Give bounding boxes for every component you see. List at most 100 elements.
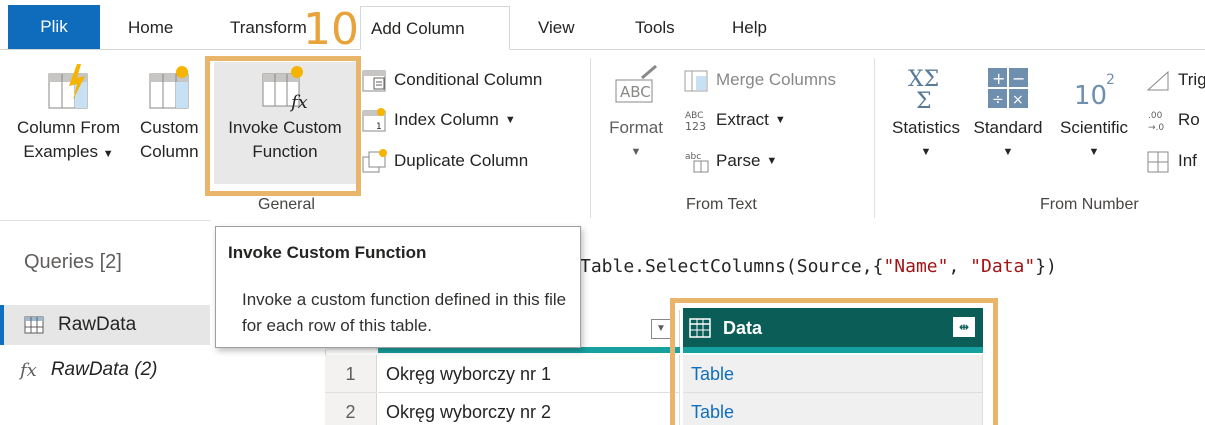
chevron-down-icon: ▼	[766, 155, 778, 167]
table-cell-name[interactable]: Okręg wyborczy nr 1	[378, 355, 680, 393]
query-item-label: RawData (2)	[50, 359, 158, 380]
tab-view[interactable]: View	[528, 6, 585, 50]
conditional-column-icon	[362, 70, 386, 92]
chevron-down-icon: ▼	[774, 114, 786, 126]
formula-string-data: "Data"	[970, 256, 1036, 277]
svg-text:ABC: ABC	[620, 83, 651, 101]
custom-column-icon	[149, 66, 189, 109]
chevron-down-icon: ▼	[630, 146, 642, 158]
formula-suffix: })	[1035, 256, 1057, 277]
format-icon: ABC	[615, 64, 657, 103]
tab-help[interactable]: Help	[722, 6, 777, 50]
tab-add-column[interactable]: Add Column	[360, 6, 510, 50]
trigonometry-button[interactable]: Trig	[1146, 68, 1205, 92]
svg-text:1: 1	[376, 122, 382, 132]
svg-text:+: +	[992, 69, 1005, 88]
highlight-invoke-custom-function	[205, 56, 361, 196]
formula-separator: ,	[948, 256, 971, 277]
conditional-column-button[interactable]: Conditional Column	[362, 68, 542, 92]
tab-tools[interactable]: Tools	[625, 6, 685, 50]
index-column-icon: 1	[362, 108, 386, 132]
svg-text:−: −	[1012, 69, 1025, 88]
scientific-icon: 10 2	[1074, 72, 1115, 111]
parse-icon: abc	[685, 152, 709, 173]
rounding-icon: .00 →.0	[1148, 111, 1164, 132]
statistics-label: Statistics	[891, 118, 961, 137]
tooltip-invoke-custom-function: Invoke Custom Function Invoke a custom f…	[215, 226, 581, 348]
format-label: Format	[609, 118, 663, 137]
duplicate-column-button[interactable]: Duplicate Column	[362, 149, 528, 173]
chevron-down-icon: ▼	[920, 146, 932, 158]
merge-columns-button[interactable]: Merge Columns	[684, 68, 836, 92]
group-label-general: General	[258, 196, 315, 213]
query-item-rawdata[interactable]: RawData	[0, 305, 210, 345]
row-number[interactable]: 1	[325, 355, 377, 393]
standard-button[interactable]: + − ÷ × Standard ▼	[968, 64, 1048, 164]
formula-string-name: "Name"	[883, 256, 949, 277]
parse-label: Parse	[716, 151, 761, 170]
index-column-button[interactable]: 1 Index Column ▼	[362, 108, 516, 132]
svg-text:2: 2	[1106, 72, 1115, 88]
extract-button[interactable]: ABC 123 Extract ▼	[684, 108, 786, 132]
svg-text:×: ×	[1012, 92, 1024, 108]
ribbon-tab-bar: Plik Home Transform Add Column View Tool…	[0, 0, 1205, 50]
rounding-label: Ro	[1178, 110, 1200, 129]
svg-text:→.0: →.0	[1148, 123, 1164, 132]
function-icon: fx	[20, 359, 37, 381]
custom-column-button[interactable]: Custom Column	[136, 64, 206, 164]
column-filter-dropdown-icon[interactable]: ▼	[651, 319, 671, 339]
scientific-button[interactable]: 10 2 Scientific ▼	[1050, 64, 1138, 164]
scientific-label: Scientific	[1059, 118, 1129, 137]
svg-text:10: 10	[1074, 81, 1107, 111]
group-label-from-number: From Number	[1040, 196, 1139, 213]
standard-operations-icon: + − ÷ ×	[988, 68, 1028, 108]
formula-prefix: Table.SelectColumns(Source,{	[580, 256, 884, 277]
merge-columns-icon	[684, 70, 708, 92]
information-icon	[1147, 151, 1169, 173]
queries-title: Queries [2]	[24, 251, 122, 273]
svg-text:÷: ÷	[992, 92, 1004, 108]
row-number[interactable]: 2	[325, 393, 377, 425]
group-label-from-text: From Text	[686, 196, 757, 213]
svg-text:123: 123	[685, 120, 706, 132]
conditional-column-label: Conditional Column	[394, 70, 543, 89]
duplicate-column-label: Duplicate Column	[394, 151, 529, 170]
column-from-examples-icon	[48, 64, 87, 109]
extract-icon: ABC 123	[685, 111, 706, 132]
column-from-examples-label-2: Examples	[23, 142, 98, 161]
queries-pane: Queries [2] RawData fx RawData (2)	[0, 220, 210, 425]
rounding-button[interactable]: .00 →.0 Ro	[1146, 108, 1200, 132]
chevron-down-icon: ▼	[1002, 146, 1014, 158]
table-cell-name[interactable]: Okręg wyborczy nr 2	[378, 393, 680, 425]
group-separator	[590, 58, 591, 218]
column-from-examples-label-1: Column From	[17, 118, 120, 137]
svg-text:Σ: Σ	[916, 89, 932, 112]
chevron-down-icon: ▼	[504, 114, 516, 126]
statistics-icon: XΣ Σ	[908, 67, 939, 112]
query-item-rawdata-2[interactable]: fx RawData (2)	[0, 350, 210, 390]
svg-text:.00: .00	[1148, 111, 1163, 121]
query-item-label: RawData	[58, 314, 137, 335]
table-icon	[24, 316, 44, 334]
formula-bar[interactable]: Table.SelectColumns(Source,{"Name", "Dat…	[580, 256, 1057, 277]
format-button[interactable]: ABC Format ▼	[598, 64, 674, 164]
merge-columns-label: Merge Columns	[716, 70, 836, 89]
group-separator	[874, 58, 875, 218]
information-button[interactable]: Inf	[1146, 149, 1197, 173]
highlight-data-column	[670, 298, 998, 425]
tab-home[interactable]: Home	[118, 6, 183, 50]
extract-label: Extract	[716, 110, 769, 129]
tooltip-body: Invoke a custom function defined in this…	[242, 290, 567, 335]
index-column-label: Index Column	[394, 110, 499, 129]
tooltip-title: Invoke Custom Function	[228, 243, 427, 262]
standard-label: Standard	[973, 118, 1043, 137]
parse-button[interactable]: abc Parse ▼	[684, 149, 777, 173]
ribbon: Column From Examples ▼ Custom Column fx …	[0, 50, 1205, 220]
duplicate-column-icon	[362, 149, 387, 173]
tab-file[interactable]: Plik	[8, 5, 100, 50]
trigonometry-icon	[1146, 70, 1169, 91]
chevron-down-icon: ▼	[102, 148, 114, 160]
column-from-examples-button[interactable]: Column From Examples ▼	[6, 64, 131, 166]
statistics-button[interactable]: XΣ Σ Statistics ▼	[884, 64, 968, 164]
custom-column-label-1: Custom	[140, 118, 199, 137]
